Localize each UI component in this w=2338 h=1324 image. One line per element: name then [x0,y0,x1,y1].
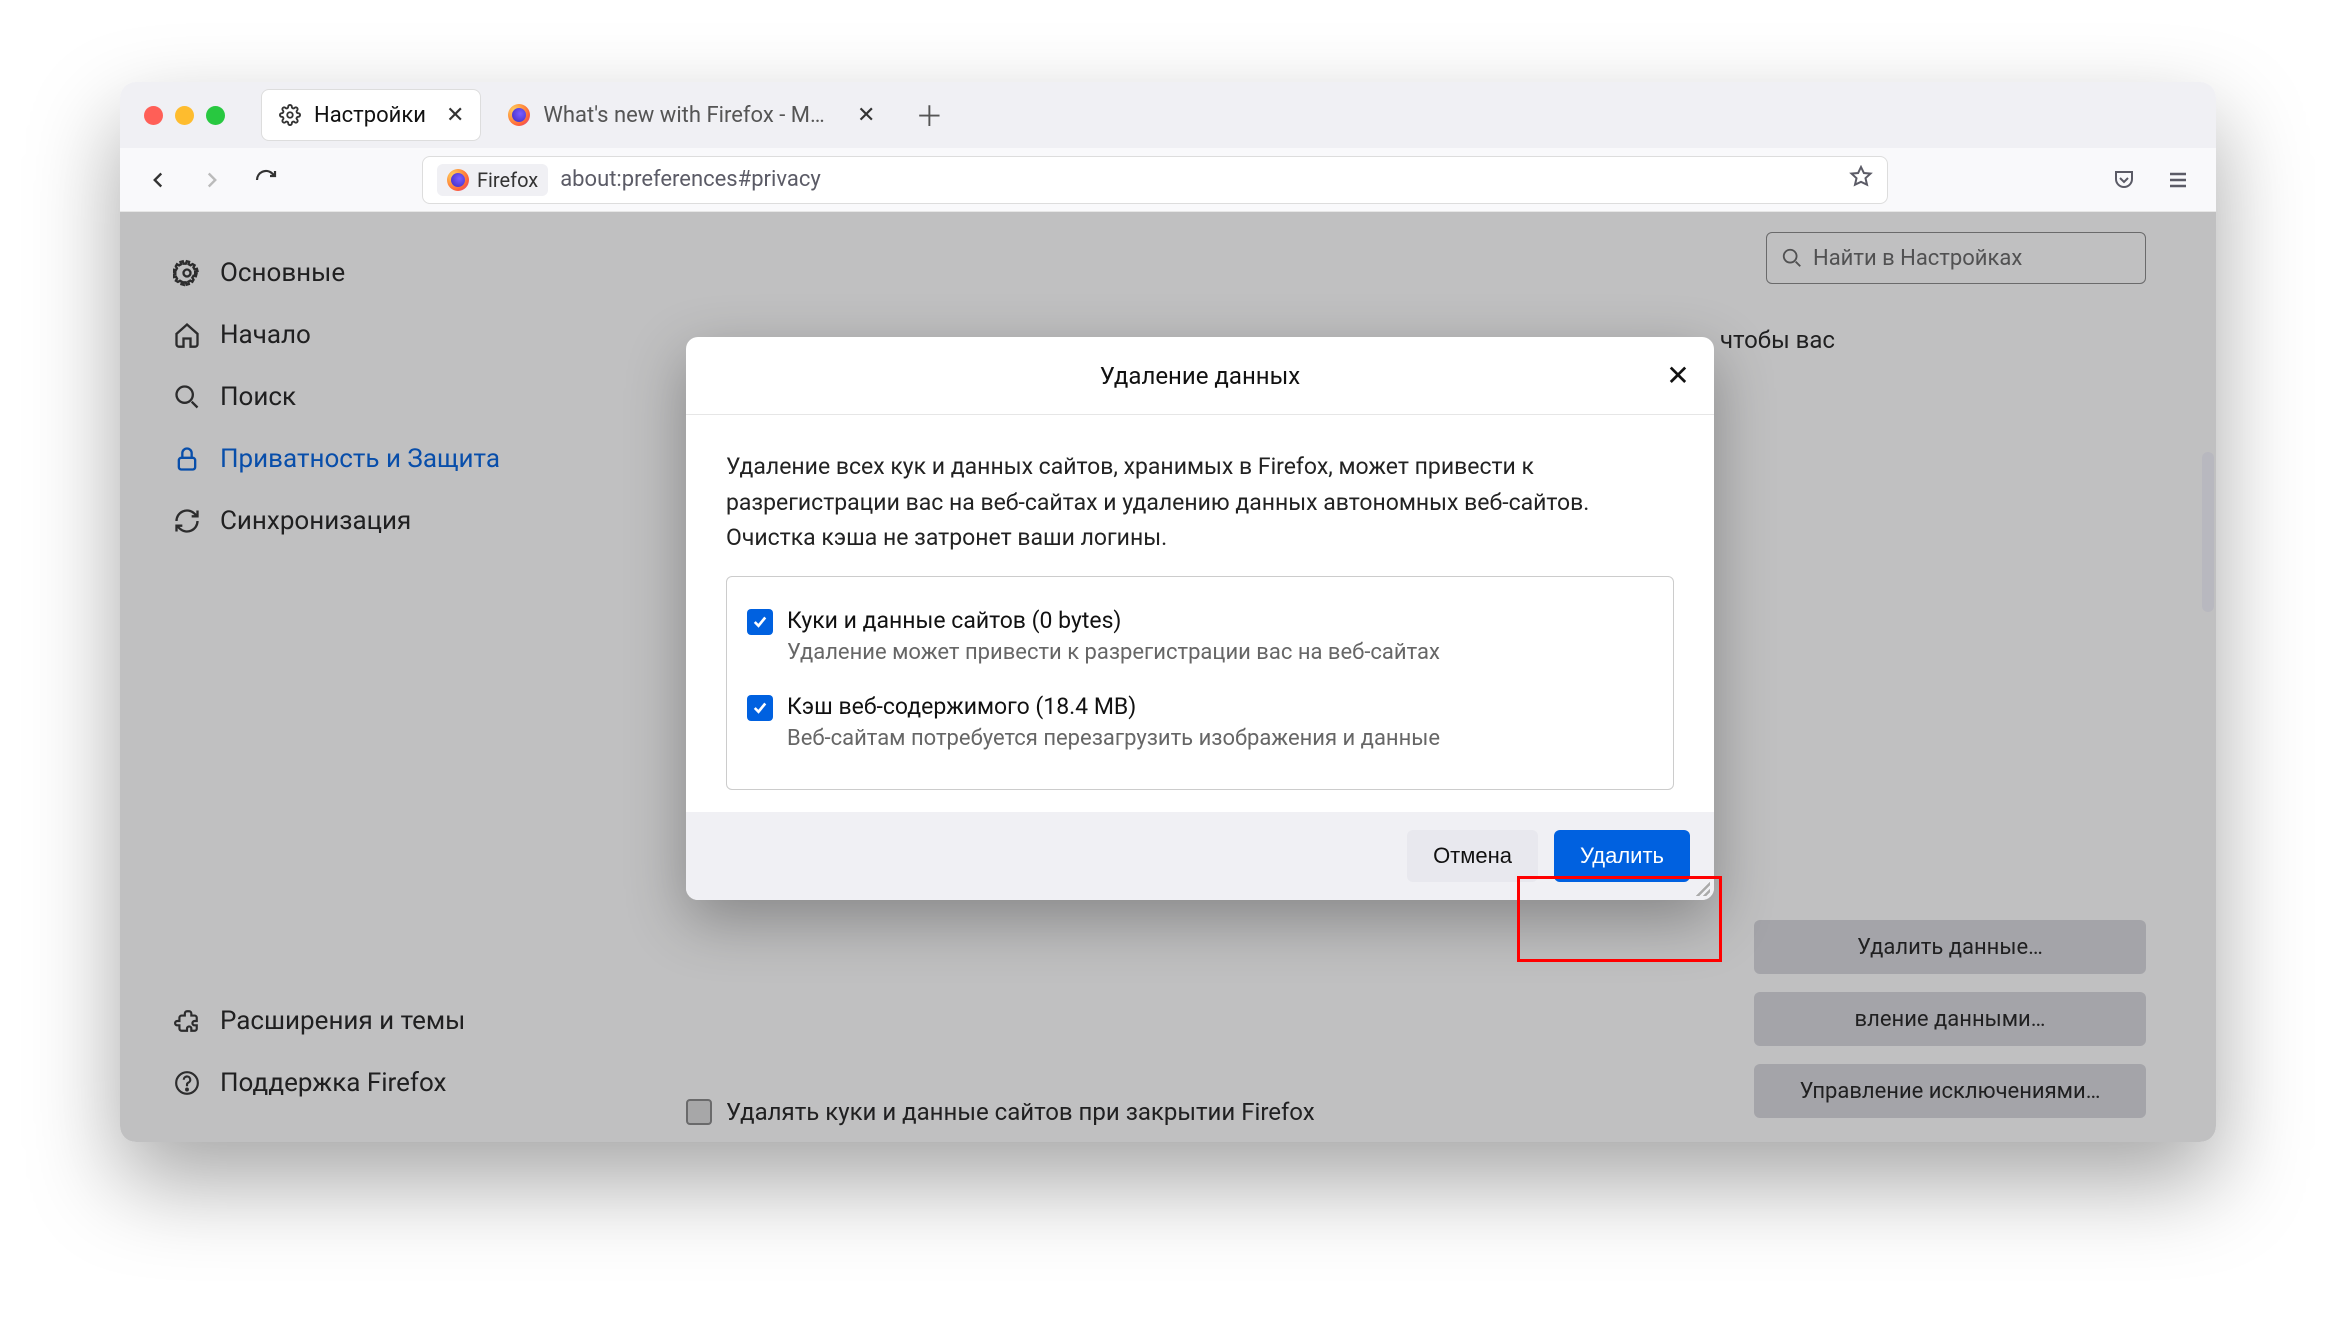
confirm-delete-button[interactable]: Удалить [1554,830,1690,882]
cookies-checkbox-row[interactable]: Куки и данные сайтов (0 bytes) Удаление … [747,597,1653,683]
forward-button[interactable] [194,162,230,198]
close-icon[interactable]: ✕ [1662,359,1694,391]
bookmark-star-icon[interactable] [1849,165,1873,195]
identity-badge[interactable]: Firefox [437,164,548,196]
reload-button[interactable] [248,162,284,198]
firefox-icon [507,103,531,127]
app-menu-icon[interactable] [2160,162,2196,198]
new-tab-button[interactable]: ＋ [901,95,957,135]
option-subtitle: Удаление может привести к разрегистрации… [787,640,1440,665]
dialog-footer: Отмена Удалить [686,812,1714,900]
navigation-toolbar: Firefox about:preferences#privacy [120,148,2216,212]
address-bar[interactable]: Firefox about:preferences#privacy [422,156,1888,204]
content-area: Основные Начало Поиск Приватность и Защи… [120,212,2216,1142]
tab-label: What's new with Firefox - More priva [543,103,837,128]
close-tab-icon[interactable]: ✕ [446,103,464,128]
dialog-body-text: Удаление всех кук и данных сайтов, храни… [686,415,1714,576]
url-text: about:preferences#privacy [560,167,821,192]
scrollbar-thumb[interactable] [2202,452,2214,612]
option-title: Кэш веб-содержимого (18.4 MB) [787,693,1440,720]
cancel-button[interactable]: Отмена [1407,830,1538,882]
back-button[interactable] [140,162,176,198]
firefox-icon [447,169,469,191]
tab-label: Настройки [314,103,426,128]
maximize-window-button[interactable] [206,106,225,125]
tab-strip: Настройки ✕ What's new with Firefox - Mo… [120,82,2216,148]
close-window-button[interactable] [144,106,163,125]
tab-settings[interactable]: Настройки ✕ [261,89,481,141]
dialog-header: Удаление данных ✕ [686,337,1714,415]
dialog-options: Куки и данные сайтов (0 bytes) Удаление … [726,576,1674,790]
gear-icon [278,103,302,127]
option-subtitle: Веб-сайтам потребуется перезагрузить изо… [787,726,1440,751]
identity-label: Firefox [477,168,538,192]
window-controls [144,106,225,125]
clear-data-dialog: Удаление данных ✕ Удаление всех кук и да… [686,337,1714,900]
checkbox-checked-icon[interactable] [747,695,773,721]
resize-grip-icon[interactable] [1692,878,1710,896]
minimize-window-button[interactable] [175,106,194,125]
browser-window: Настройки ✕ What's new with Firefox - Mo… [120,82,2216,1142]
close-tab-icon[interactable]: ✕ [857,103,875,128]
tab-whatsnew[interactable]: What's new with Firefox - More priva ✕ [491,89,891,141]
checkbox-checked-icon[interactable] [747,609,773,635]
save-to-pocket-icon[interactable] [2106,162,2142,198]
option-title: Куки и данные сайтов (0 bytes) [787,607,1440,634]
cache-checkbox-row[interactable]: Кэш веб-содержимого (18.4 MB) Веб-сайтам… [747,683,1653,769]
dialog-title: Удаление данных [1100,362,1300,390]
